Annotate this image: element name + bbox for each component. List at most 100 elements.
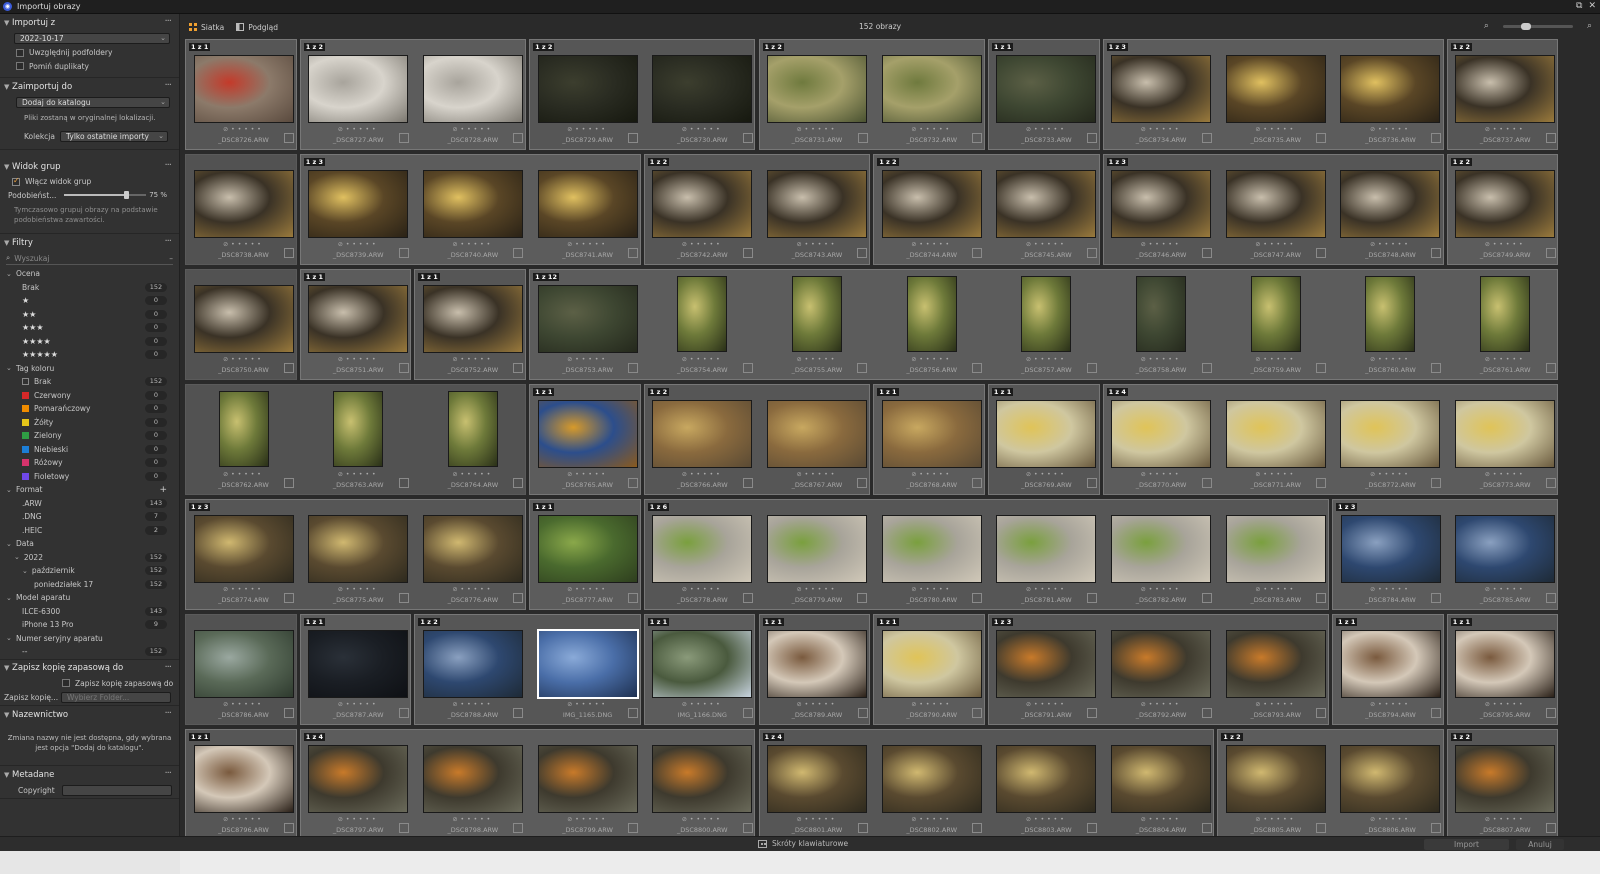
thumbnail-cell[interactable]: ⊘••••• _DSC8797.ARW xyxy=(301,730,416,837)
thumbnail-cell[interactable]: ⊘••••• _DSC8753.ARW xyxy=(530,270,645,385)
thumbnail-cell[interactable]: ⊘••••• _DSC8784.ARW xyxy=(1333,500,1448,615)
preview-view-button[interactable]: Podgląd xyxy=(236,23,278,32)
star-rating[interactable]: ⊘••••• xyxy=(415,471,530,478)
select-checkbox[interactable] xyxy=(1316,593,1327,603)
star-rating[interactable]: ⊘••••• xyxy=(1218,586,1333,593)
color-tag-filter-item[interactable]: Fioletowy 0 xyxy=(0,470,179,484)
thumbnail-image[interactable] xyxy=(1340,630,1441,698)
select-checkbox[interactable] xyxy=(1086,248,1097,258)
star-rating[interactable]: ⊘••••• xyxy=(989,241,1104,248)
thumbnail-cell[interactable]: ⊘••••• _DSC8774.ARW xyxy=(186,500,301,615)
thumbnail-cell[interactable]: ⊘••••• _DSC8752.ARW xyxy=(415,270,530,385)
select-checkbox[interactable] xyxy=(628,363,639,373)
thumbnail-image[interactable] xyxy=(1111,170,1212,238)
star-rating[interactable]: ⊘••••• xyxy=(1104,816,1219,823)
thumbnail-size-slider[interactable] xyxy=(1502,22,1573,30)
thumbnail-cell[interactable]: ⊘••••• _DSC8762.ARW xyxy=(186,385,301,500)
camera-group-header[interactable]: ⌄ Model aparatu xyxy=(0,591,179,605)
star-rating[interactable]: ⊘••••• xyxy=(759,586,874,593)
star-rating[interactable]: ⊘••••• xyxy=(301,816,416,823)
select-checkbox[interactable] xyxy=(1201,823,1212,833)
star-rating[interactable]: ⊘••••• xyxy=(186,126,301,133)
star-rating[interactable]: ⊘••••• xyxy=(645,816,760,823)
date-filter-item[interactable]: poniedziałek 17 152 xyxy=(0,578,179,592)
thumbnail-cell[interactable]: ⊘••••• _DSC8745.ARW xyxy=(989,155,1104,270)
close-window-icon[interactable]: ✕ xyxy=(1588,1,1596,11)
select-checkbox[interactable] xyxy=(628,708,639,718)
select-checkbox[interactable] xyxy=(742,593,753,603)
select-checkbox[interactable] xyxy=(857,823,868,833)
format-filter-item[interactable]: .DNG 7 xyxy=(0,510,179,524)
star-rating[interactable]: ⊘••••• xyxy=(301,126,416,133)
thumbnail-image[interactable] xyxy=(1455,515,1556,583)
star-rating[interactable]: ⊘••••• xyxy=(530,126,645,133)
select-checkbox[interactable] xyxy=(628,133,639,143)
thumbnail-image[interactable] xyxy=(537,745,638,813)
star-rating[interactable]: ⊘••••• xyxy=(1218,126,1333,133)
thumbnail-image[interactable] xyxy=(1111,55,1212,123)
thumbnail-cell[interactable]: ⊘••••• _DSC8732.ARW xyxy=(874,40,989,155)
similarity-slider-handle[interactable] xyxy=(123,191,129,200)
star-rating[interactable]: ⊘••••• xyxy=(1448,126,1563,133)
star-rating[interactable]: ⊘••••• xyxy=(760,701,875,708)
star-rating[interactable]: ⊘••••• xyxy=(530,356,645,363)
more-options-icon[interactable]: ··· xyxy=(164,662,171,673)
thumbnail-image[interactable] xyxy=(881,170,982,238)
select-checkbox[interactable] xyxy=(284,133,294,143)
thumbnail-cell[interactable]: ⊘••••• _DSC8761.ARW xyxy=(1448,270,1563,385)
thumbnail-cell[interactable]: ⊘••••• _DSC8804.ARW xyxy=(1104,730,1219,837)
thumbnail-cell[interactable]: ⊘••••• _DSC8751.ARW xyxy=(301,270,416,385)
camera-filter-item[interactable]: iPhone 13 Pro 9 xyxy=(0,618,179,632)
thumbnail-image[interactable] xyxy=(1340,400,1441,468)
more-options-icon[interactable]: ··· xyxy=(164,236,171,247)
thumbnail-image[interactable] xyxy=(1225,515,1326,583)
thumbnail-image[interactable] xyxy=(652,630,753,698)
camera-filter-item[interactable]: ILCE-6300 143 xyxy=(0,605,179,619)
select-checkbox[interactable] xyxy=(857,248,868,258)
thumbnail-cell[interactable]: ⊘••••• _DSC8747.ARW xyxy=(1218,155,1333,270)
select-checkbox[interactable] xyxy=(628,478,639,488)
thumbnail-image[interactable] xyxy=(537,285,638,353)
thumbnail-cell[interactable]: ⊘••••• _DSC8734.ARW xyxy=(1104,40,1219,155)
thumbnail-cell[interactable]: ⊘••••• _DSC8792.ARW xyxy=(1104,615,1219,730)
thumbnail-cell[interactable]: ⊘••••• _DSC8799.ARW xyxy=(530,730,645,837)
filter-search-input[interactable]: Wyszukaj xyxy=(14,254,169,263)
thumbnail-cell[interactable]: ⊘••••• _DSC8783.ARW xyxy=(1218,500,1333,615)
select-checkbox[interactable] xyxy=(398,363,409,373)
star-rating[interactable]: ⊘••••• xyxy=(1448,586,1563,593)
star-rating[interactable]: ⊘••••• xyxy=(301,471,416,478)
select-checkbox[interactable] xyxy=(628,593,639,603)
thumbnail-cell[interactable]: ⊘••••• _DSC8785.ARW xyxy=(1448,500,1563,615)
select-checkbox[interactable] xyxy=(1545,593,1556,603)
thumbnail-image[interactable] xyxy=(193,745,294,813)
thumbnail-image[interactable] xyxy=(1455,170,1556,238)
section-header-import-to[interactable]: ▼ Zaimportuj do ··· xyxy=(0,78,179,95)
thumbnail-cell[interactable]: ⊘••••• _DSC8730.ARW xyxy=(645,40,760,155)
thumbnail-cell[interactable]: ⊘••••• _DSC8764.ARW xyxy=(415,385,530,500)
color-tag-filter-item[interactable]: Brak 152 xyxy=(0,375,179,389)
enable-group-view-option[interactable]: Włącz widok grup xyxy=(0,175,179,189)
star-rating[interactable]: ⊘••••• xyxy=(301,356,416,363)
select-checkbox[interactable] xyxy=(742,133,753,143)
copyright-input[interactable] xyxy=(62,785,172,796)
thumbnail-cell[interactable]: ⊘••••• _DSC8763.ARW xyxy=(301,385,416,500)
thumbnail-cell[interactable]: ⊘••••• _DSC8793.ARW xyxy=(1218,615,1333,730)
star-rating[interactable]: ⊘••••• xyxy=(645,701,760,708)
thumbnail-cell[interactable]: ⊘••••• _DSC8768.ARW xyxy=(874,385,989,500)
thumbnail-cell[interactable]: ⊘••••• _DSC8741.ARW xyxy=(530,155,645,270)
thumbnail-image[interactable] xyxy=(1455,400,1556,468)
star-rating[interactable]: ⊘••••• xyxy=(989,126,1104,133)
thumbnail-image[interactable] xyxy=(996,55,1097,123)
select-checkbox[interactable] xyxy=(513,478,524,488)
import-mode-dropdown[interactable]: Dodaj do katalogu ⌄ xyxy=(16,97,170,108)
star-rating[interactable]: ⊘••••• xyxy=(1448,701,1563,708)
thumbnail-cell[interactable]: ⊘••••• _DSC8794.ARW xyxy=(1333,615,1448,730)
zoom-out-icon[interactable]: ⌕ xyxy=(1484,21,1489,31)
rating-filter-item[interactable]: ★★★★ 0 xyxy=(0,335,179,349)
thumbnail-cell[interactable]: ⊘••••• _DSC8803.ARW xyxy=(989,730,1104,837)
select-checkbox[interactable] xyxy=(1316,478,1327,488)
star-rating[interactable]: ⊘••••• xyxy=(874,471,989,478)
thumbnail-image[interactable] xyxy=(881,630,982,698)
select-checkbox[interactable] xyxy=(1316,708,1327,718)
thumbnail-image[interactable] xyxy=(677,276,728,352)
